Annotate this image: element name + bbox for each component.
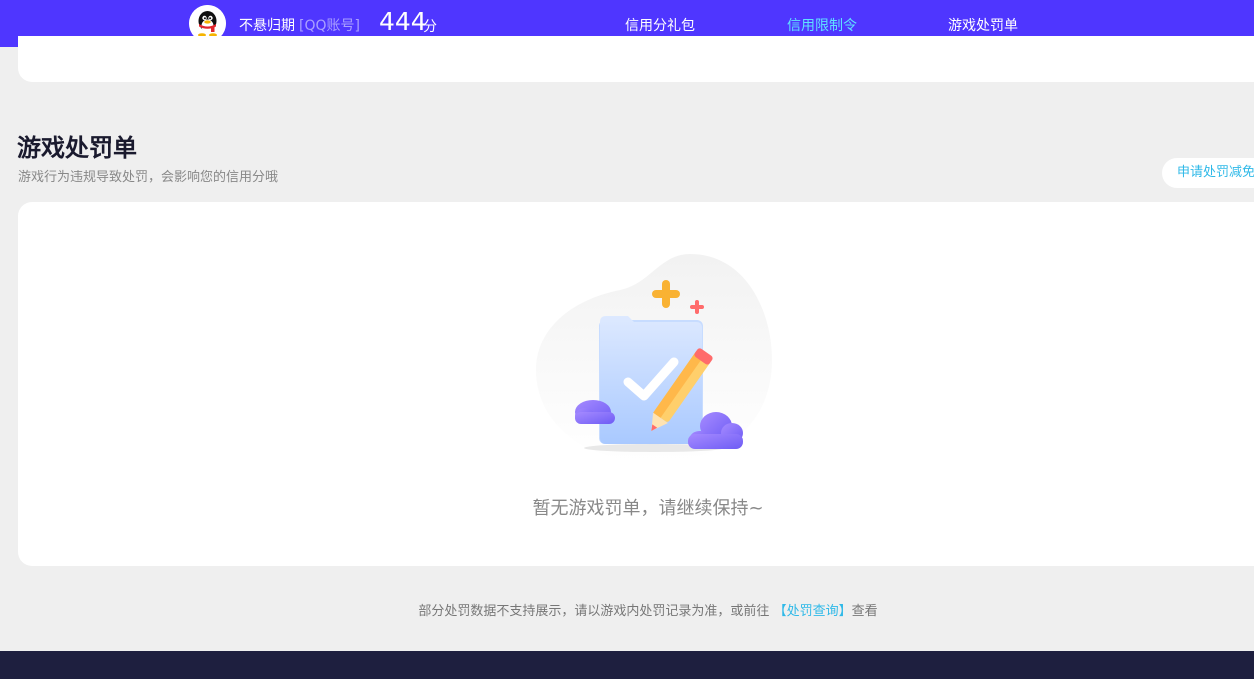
credit-score-unit: 分 [423,19,437,35]
page-footer [0,651,1254,679]
credit-score-value: 444 [379,7,427,36]
penalty-query-link[interactable]: 【处罚查询】 [774,604,852,619]
previous-section-card [18,36,1254,82]
footer-note-suffix: 查看 [851,604,878,619]
account-type-tag: [QQ账号] [299,18,360,34]
footer-note-text: 部分处罚数据不支持展示，请以游戏内处罚记录为准，或前往 [418,604,770,619]
empty-state-message: 暂无游戏罚单，请继续保持~ [532,498,764,519]
nav-credit-restriction[interactable]: 信用限制令 [787,15,857,35]
nav-game-penalty[interactable]: 游戏处罚单 [948,15,1018,35]
section-subtitle: 游戏行为违规导致处罚，会影响您的信用分哦 [18,170,279,185]
section-title: 游戏处罚单 [17,134,137,162]
empty-state-illustration [536,254,772,463]
apply-penalty-reduction-button[interactable]: 申请处罚减免 [1162,158,1254,188]
footer-note: 部分处罚数据不支持展示，请以游戏内处罚记录为准，或前往 【处罚查询】查看 [0,600,1254,619]
username: 不悬归期 [239,18,295,34]
nav-credit-gift[interactable]: 信用分礼包 [625,15,695,35]
user-name-line: 不悬归期 [QQ账号] [239,15,360,35]
